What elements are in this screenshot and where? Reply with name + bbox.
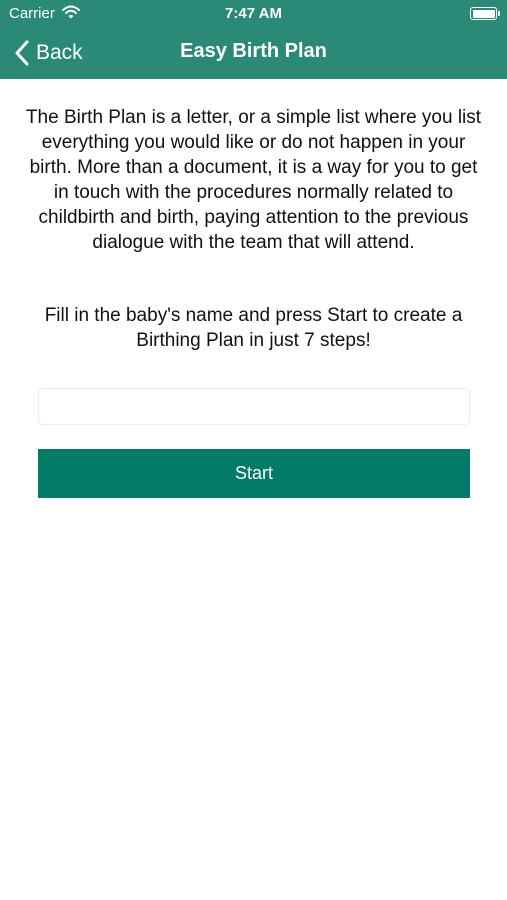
start-button[interactable]: Start	[38, 449, 470, 498]
baby-name-input[interactable]	[38, 388, 470, 425]
intro-paragraph: The Birth Plan is a letter, or a simple …	[25, 107, 482, 253]
app-header: Carrier 7:47 AM Back Easy Birth Plan	[0, 0, 507, 79]
page-title: Easy Birth Plan	[180, 40, 327, 62]
status-bar: Carrier 7:47 AM	[0, 0, 507, 28]
battery-icon	[470, 7, 500, 20]
instruction-paragraph: Fill in the baby's name and press Start …	[44, 305, 463, 351]
nav-bar: Back Easy Birth Plan	[0, 28, 507, 79]
status-time: 7:47 AM	[225, 5, 282, 22]
